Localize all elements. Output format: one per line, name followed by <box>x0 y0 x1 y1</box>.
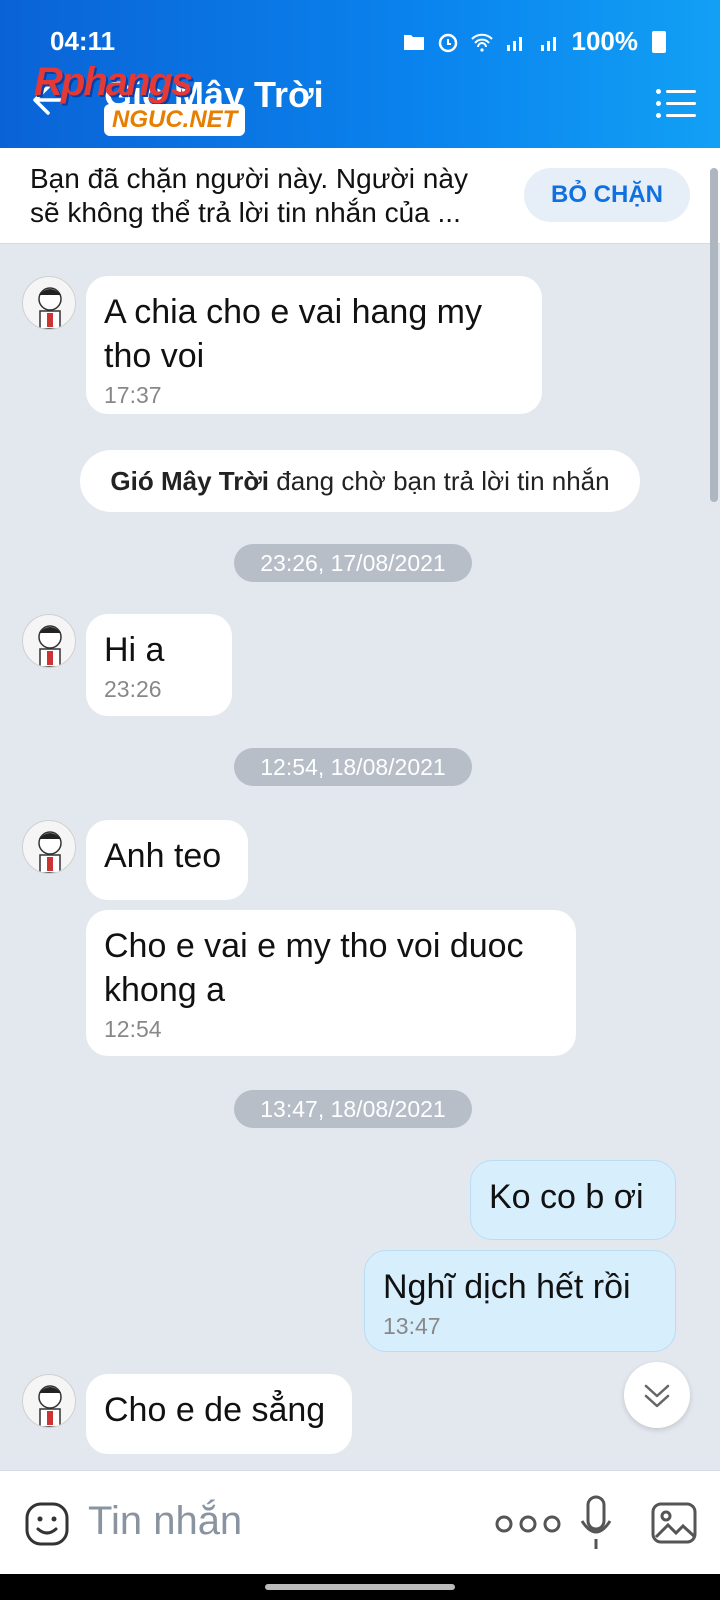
microphone-icon[interactable] <box>578 1493 614 1553</box>
system-nav-bar <box>0 1574 720 1600</box>
status-icons: 100% <box>402 26 666 57</box>
incoming-message[interactable]: Anh teo <box>86 820 248 900</box>
incoming-message[interactable]: A chia cho e vai hang my tho voi 17:37 <box>86 276 542 414</box>
battery-icon <box>652 30 666 53</box>
chat-header: Gió Mây Trời <box>0 62 720 148</box>
alarm-icon <box>438 33 457 52</box>
message-text: Anh teo <box>104 837 222 875</box>
contact-name[interactable]: Gió Mây Trời <box>104 74 324 116</box>
signal-icon-2 <box>540 36 556 51</box>
waiting-reply-notice: Gió Mây Trời đang chờ bạn trả lời tin nh… <box>80 450 640 512</box>
message-text: Nghĩ dịch hết rồi <box>383 1268 631 1306</box>
folder-icon <box>403 34 424 50</box>
message-time: 13:47 <box>383 1313 441 1339</box>
emoji-icon[interactable] <box>24 1501 70 1547</box>
incoming-message[interactable]: Cho e vai e my tho voi duoc khong a 12:5… <box>86 910 576 1056</box>
outgoing-message[interactable]: Ko co b ơi <box>470 1160 676 1240</box>
avatar[interactable] <box>22 614 76 668</box>
message-time: 12:54 <box>104 1016 162 1042</box>
incoming-message[interactable]: Hi a 23:26 <box>86 614 232 716</box>
message-text: Ko co b ơi <box>489 1178 644 1216</box>
avatar[interactable] <box>22 276 76 330</box>
message-text: Cho e de sẳng <box>104 1391 326 1429</box>
signal-icon <box>506 36 522 51</box>
incoming-message[interactable]: Cho e de sẳng <box>86 1374 352 1454</box>
outgoing-message[interactable]: Nghĩ dịch hết rồi 13:47 <box>364 1250 676 1352</box>
message-text: Cho e vai e my tho voi duoc khong a <box>104 927 524 1009</box>
top-bar: 04:11 100% Gió Mây Trời Rphangs NGUC.NET <box>0 0 720 148</box>
image-gallery-icon[interactable] <box>650 1499 698 1547</box>
avatar[interactable] <box>22 820 76 874</box>
back-arrow-icon[interactable] <box>28 78 72 122</box>
battery-percent: 100% <box>571 26 639 56</box>
message-time: 23:26 <box>104 676 162 702</box>
date-separator: 12:54, 18/08/2021 <box>234 748 472 786</box>
blocked-notice: Bạn đã chặn người này. Người này sẽ khôn… <box>0 148 720 244</box>
scroll-to-bottom-button[interactable] <box>624 1362 690 1428</box>
date-separator: 23:26, 17/08/2021 <box>234 544 472 582</box>
message-text: A chia cho e vai hang my tho voi <box>104 293 483 375</box>
scrollbar[interactable] <box>710 168 718 502</box>
home-indicator[interactable] <box>265 1584 455 1590</box>
message-composer: Tin nhắn <box>0 1470 720 1574</box>
double-chevron-down-icon <box>644 1384 670 1408</box>
message-input[interactable]: Tin nhắn <box>88 1499 242 1544</box>
menu-list-icon[interactable] <box>656 86 700 122</box>
status-bar: 04:11 100% <box>0 18 720 62</box>
status-time: 04:11 <box>50 26 116 56</box>
message-time: 17:37 <box>104 382 162 408</box>
avatar[interactable] <box>22 1374 76 1428</box>
waiting-text: đang chờ bạn trả lời tin nhắn <box>269 466 610 496</box>
waiting-contact-name: Gió Mây Trời <box>110 466 270 496</box>
more-options-icon[interactable] <box>490 1509 570 1539</box>
unblock-button[interactable]: BỎ CHẶN <box>524 168 690 222</box>
wifi-icon <box>470 33 493 52</box>
blocked-notice-text: Bạn đã chặn người này. Người này sẽ khôn… <box>30 163 468 228</box>
message-text: Hi a <box>104 631 165 669</box>
date-separator: 13:47, 18/08/2021 <box>234 1090 472 1128</box>
